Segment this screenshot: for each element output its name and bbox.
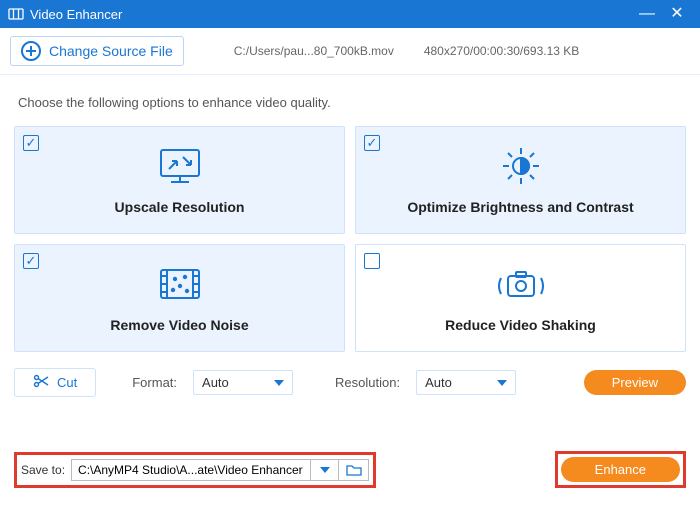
save-path-input[interactable] (71, 459, 311, 481)
source-row: Change Source File C:/Users/pau...80_700… (0, 28, 700, 75)
source-meta: 480x270/00:00:30/693.13 KB (424, 44, 579, 58)
option-shaking-label: Reduce Video Shaking (445, 317, 596, 333)
option-shaking[interactable]: Reduce Video Shaking (355, 244, 686, 352)
resolution-select[interactable]: Auto (416, 370, 516, 395)
app-icon (8, 6, 24, 22)
browse-folder-button[interactable] (339, 459, 369, 481)
option-noise[interactable]: ✓ Remove Video Noise (14, 244, 345, 352)
minimize-button[interactable]: — (632, 0, 662, 28)
format-value: Auto (202, 375, 229, 390)
filmstrip-icon (155, 264, 205, 307)
chevron-down-icon (497, 380, 507, 386)
cut-button[interactable]: Cut (14, 368, 96, 397)
resolution-value: Auto (425, 375, 452, 390)
option-brightness-label: Optimize Brightness and Contrast (407, 199, 633, 215)
change-source-label: Change Source File (49, 43, 173, 59)
camera-shake-icon (494, 264, 548, 307)
format-label: Format: (132, 375, 177, 390)
cut-label: Cut (57, 375, 77, 390)
monitor-arrow-icon (155, 146, 205, 189)
scissors-icon (33, 374, 49, 391)
plus-icon (21, 41, 41, 61)
sun-contrast-icon (498, 146, 544, 189)
checkbox-noise[interactable]: ✓ (23, 253, 39, 269)
chevron-down-icon (274, 380, 284, 386)
save-path-dropdown[interactable] (311, 459, 339, 481)
preview-button[interactable]: Preview (584, 370, 686, 395)
format-select[interactable]: Auto (193, 370, 293, 395)
checkbox-shaking[interactable] (364, 253, 380, 269)
title-bar: Video Enhancer — ✕ (0, 0, 700, 28)
close-button[interactable]: ✕ (662, 0, 692, 28)
option-brightness[interactable]: ✓ Optimize Brightness and Contrast (355, 126, 686, 234)
change-source-button[interactable]: Change Source File (10, 36, 184, 66)
option-upscale-label: Upscale Resolution (115, 199, 245, 215)
checkbox-brightness[interactable]: ✓ (364, 135, 380, 151)
prompt-text: Choose the following options to enhance … (14, 85, 686, 126)
option-noise-label: Remove Video Noise (110, 317, 248, 333)
enhance-highlight: Enhance (555, 451, 686, 488)
source-path: C:/Users/pau...80_700kB.mov (234, 44, 394, 58)
resolution-label: Resolution: (335, 375, 400, 390)
window-title: Video Enhancer (30, 7, 122, 22)
enhance-button[interactable]: Enhance (561, 457, 680, 482)
save-to-group: Save to: (14, 452, 376, 488)
chevron-down-icon (320, 467, 330, 473)
save-to-label: Save to: (21, 463, 65, 477)
option-upscale[interactable]: ✓ Upscale Resolution (14, 126, 345, 234)
checkbox-upscale[interactable]: ✓ (23, 135, 39, 151)
